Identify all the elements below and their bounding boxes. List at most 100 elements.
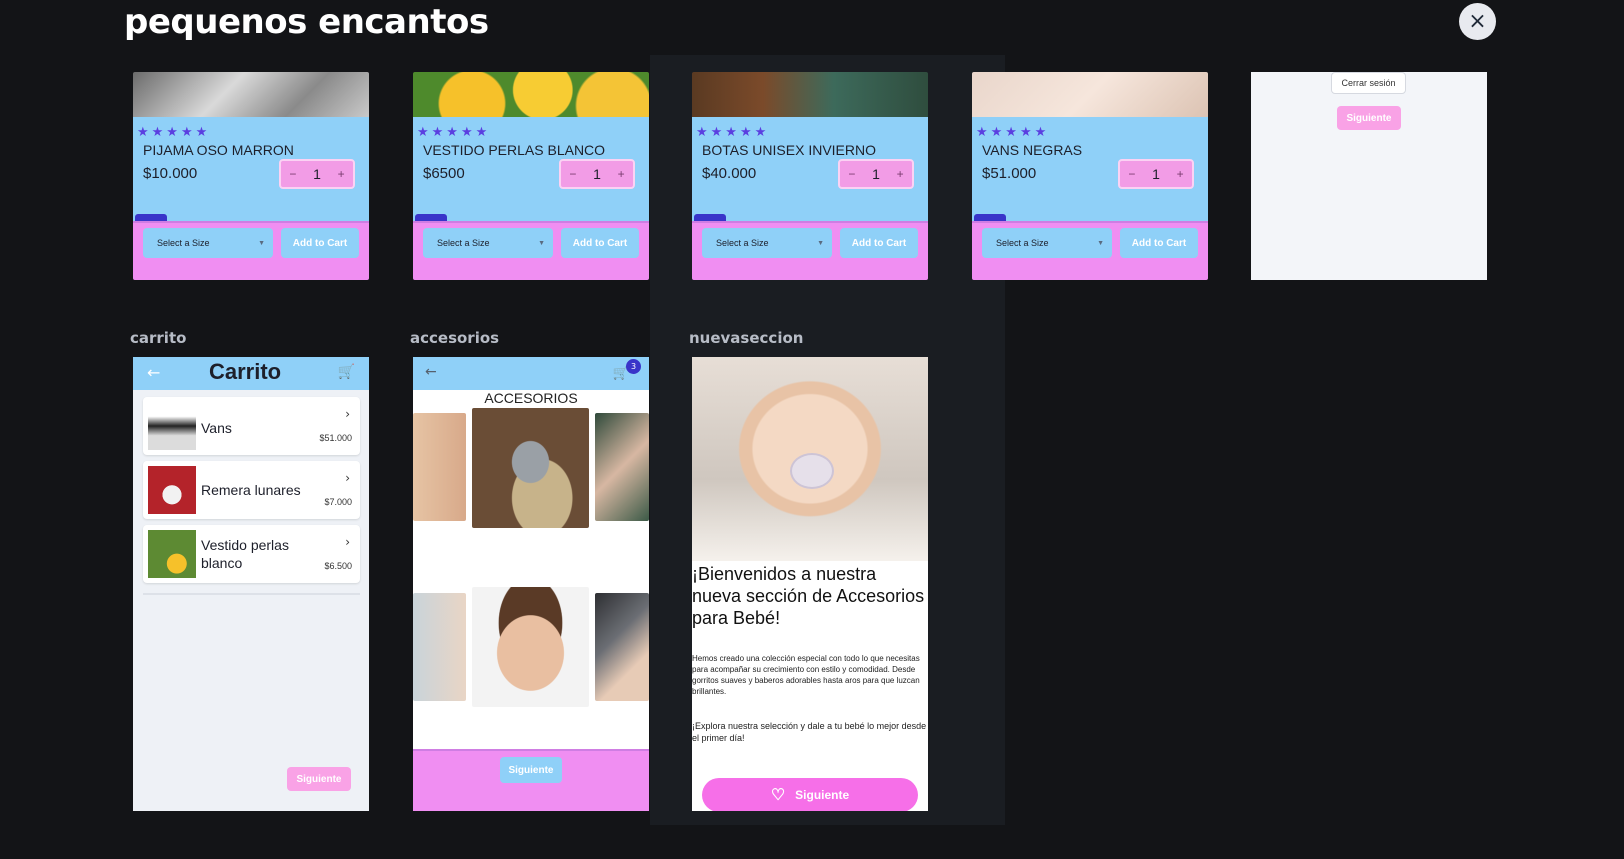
product-card: ★★★★★ PIJAMA OSO MARRON $10.000 − 1 + Se…: [133, 72, 369, 280]
size-select-label: Select a Size: [157, 238, 210, 248]
item-name: Remera lunares: [201, 482, 301, 498]
increment-button[interactable]: +: [338, 167, 345, 181]
increment-button[interactable]: +: [618, 167, 625, 181]
section-label-new-section: nuevaseccion: [689, 329, 804, 347]
product-price: $10.000: [143, 165, 198, 182]
section-heading: ¡Bienvenidos a nuestra nueva sección de …: [692, 564, 925, 628]
cart-item[interactable]: Remera lunares › $7.000: [143, 461, 360, 519]
item-price: $51.000: [319, 433, 352, 443]
accessory-image: [472, 587, 589, 707]
size-select[interactable]: Select a Size ▼: [982, 228, 1112, 258]
rating-stars: ★★★★★: [696, 125, 770, 140]
next-button[interactable]: Siguiente: [500, 757, 562, 783]
add-to-cart-button[interactable]: Add to Cart: [1120, 228, 1198, 258]
product-card: ★★★★★ VANS NEGRAS $51.000 − 1 + Select a…: [972, 72, 1208, 280]
product-name: PIJAMA OSO MARRON: [143, 142, 294, 158]
chevron-down-icon: ▼: [817, 239, 824, 247]
accessory-image: [413, 593, 466, 701]
quantity-stepper: − 1 +: [1118, 159, 1194, 189]
decrement-button[interactable]: −: [289, 167, 296, 181]
back-arrow-icon[interactable]: ←: [425, 364, 437, 380]
product-info: ★★★★★ BOTAS UNISEX INVIERNO $40.000 − 1 …: [692, 117, 928, 221]
divider: [143, 593, 360, 595]
add-to-cart-button[interactable]: Add to Cart: [561, 228, 639, 258]
add-to-cart-button[interactable]: Add to Cart: [281, 228, 359, 258]
accessories-heading: ACCESORIOS: [484, 390, 578, 406]
tab-indicator: [974, 214, 1006, 221]
cart-title: Carrito: [209, 359, 282, 384]
next-button-label: Siguiente: [795, 788, 850, 802]
item-name: Vans: [201, 420, 232, 436]
accessories-screen-preview: ← 🛒 3 ACCESORIOS Siguiente: [413, 357, 649, 811]
product-info: ★★★★★ PIJAMA OSO MARRON $10.000 − 1 +: [133, 117, 369, 221]
login-screen-preview: Cerrar sesión Siguiente: [1251, 72, 1487, 280]
chevron-down-icon: ▼: [538, 239, 545, 247]
product-name: VESTIDO PERLAS BLANCO: [423, 142, 606, 158]
quantity-value: 1: [1152, 166, 1160, 182]
accessories-footer: Siguiente: [413, 749, 649, 811]
chevron-right-icon: ›: [345, 535, 350, 549]
logout-button[interactable]: Cerrar sesión: [1331, 72, 1406, 94]
decrement-button[interactable]: −: [848, 167, 855, 181]
rating-stars: ★★★★★: [417, 125, 491, 140]
size-select[interactable]: Select a Size ▼: [143, 228, 273, 258]
cart-item[interactable]: Vestido perlas blanco › $6.500: [143, 525, 360, 583]
pacifier-graphic: [790, 453, 834, 489]
back-arrow-icon[interactable]: ←: [147, 363, 160, 382]
cart-item[interactable]: Vans › $51.000: [143, 397, 360, 455]
close-button[interactable]: ×: [1459, 3, 1496, 40]
tab-indicator: [135, 214, 167, 221]
hero-image: [692, 357, 928, 561]
item-thumbnail: [148, 530, 196, 578]
add-to-cart-button[interactable]: Add to Cart: [840, 228, 918, 258]
tab-indicator: [415, 214, 447, 221]
product-name: VANS NEGRAS: [982, 142, 1083, 158]
next-button[interactable]: ♡ Siguiente: [702, 778, 918, 811]
product-photo: [133, 72, 369, 117]
section-label-cart: carrito: [130, 329, 187, 347]
cart-topbar: ← Carrito 🛒: [133, 357, 369, 390]
size-select-label: Select a Size: [716, 238, 769, 248]
quantity-stepper: − 1 +: [279, 159, 355, 189]
item-thumbnail: [148, 466, 196, 514]
product-actions: Select a Size ▼ Add to Cart: [692, 221, 928, 280]
product-info: ★★★★★ VESTIDO PERLAS BLANCO $6500 − 1 +: [413, 117, 649, 221]
decrement-button[interactable]: −: [569, 167, 576, 181]
accessory-image: [472, 408, 589, 528]
product-photo: [972, 72, 1208, 117]
decrement-button[interactable]: −: [1128, 167, 1135, 181]
product-price: $40.000: [702, 165, 757, 182]
accessory-image: [595, 413, 649, 521]
product-photo: [413, 72, 649, 117]
rating-stars: ★★★★★: [137, 125, 211, 140]
accessory-image: [413, 413, 466, 521]
rating-stars: ★★★★★: [976, 125, 1050, 140]
size-select[interactable]: Select a Size ▼: [702, 228, 832, 258]
size-select-label: Select a Size: [437, 238, 490, 248]
quantity-value: 1: [313, 166, 321, 182]
page-title: pequenos encantos: [124, 2, 489, 42]
item-price: $6.500: [324, 561, 352, 571]
size-select[interactable]: Select a Size ▼: [423, 228, 553, 258]
product-photo: [692, 72, 928, 117]
increment-button[interactable]: +: [1177, 167, 1184, 181]
section-label-accessories: accesorios: [410, 329, 500, 347]
section-paragraph: Hemos creado una colección especial con …: [692, 654, 920, 696]
next-button[interactable]: Siguiente: [287, 767, 351, 791]
increment-button[interactable]: +: [897, 167, 904, 181]
next-button[interactable]: Siguiente: [1337, 106, 1401, 130]
product-actions: Select a Size ▼ Add to Cart: [133, 221, 369, 280]
item-price: $7.000: [324, 497, 352, 507]
cart-icon[interactable]: 🛒: [338, 364, 355, 380]
product-card: ★★★★★ VESTIDO PERLAS BLANCO $6500 − 1 + …: [413, 72, 649, 280]
new-section-screen-preview: ¡Bienvenidos a nuestra nueva sección de …: [692, 357, 928, 811]
item-thumbnail: [148, 402, 196, 450]
cart-count-badge: 3: [626, 359, 641, 374]
chevron-down-icon: ▼: [258, 239, 265, 247]
accessories-topbar: ← 🛒 3: [413, 357, 649, 390]
product-card: ★★★★★ BOTAS UNISEX INVIERNO $40.000 − 1 …: [692, 72, 928, 280]
product-info: ★★★★★ VANS NEGRAS $51.000 − 1 +: [972, 117, 1208, 221]
product-price: $6500: [423, 165, 465, 182]
tab-indicator: [694, 214, 726, 221]
close-icon: ×: [1468, 9, 1487, 34]
